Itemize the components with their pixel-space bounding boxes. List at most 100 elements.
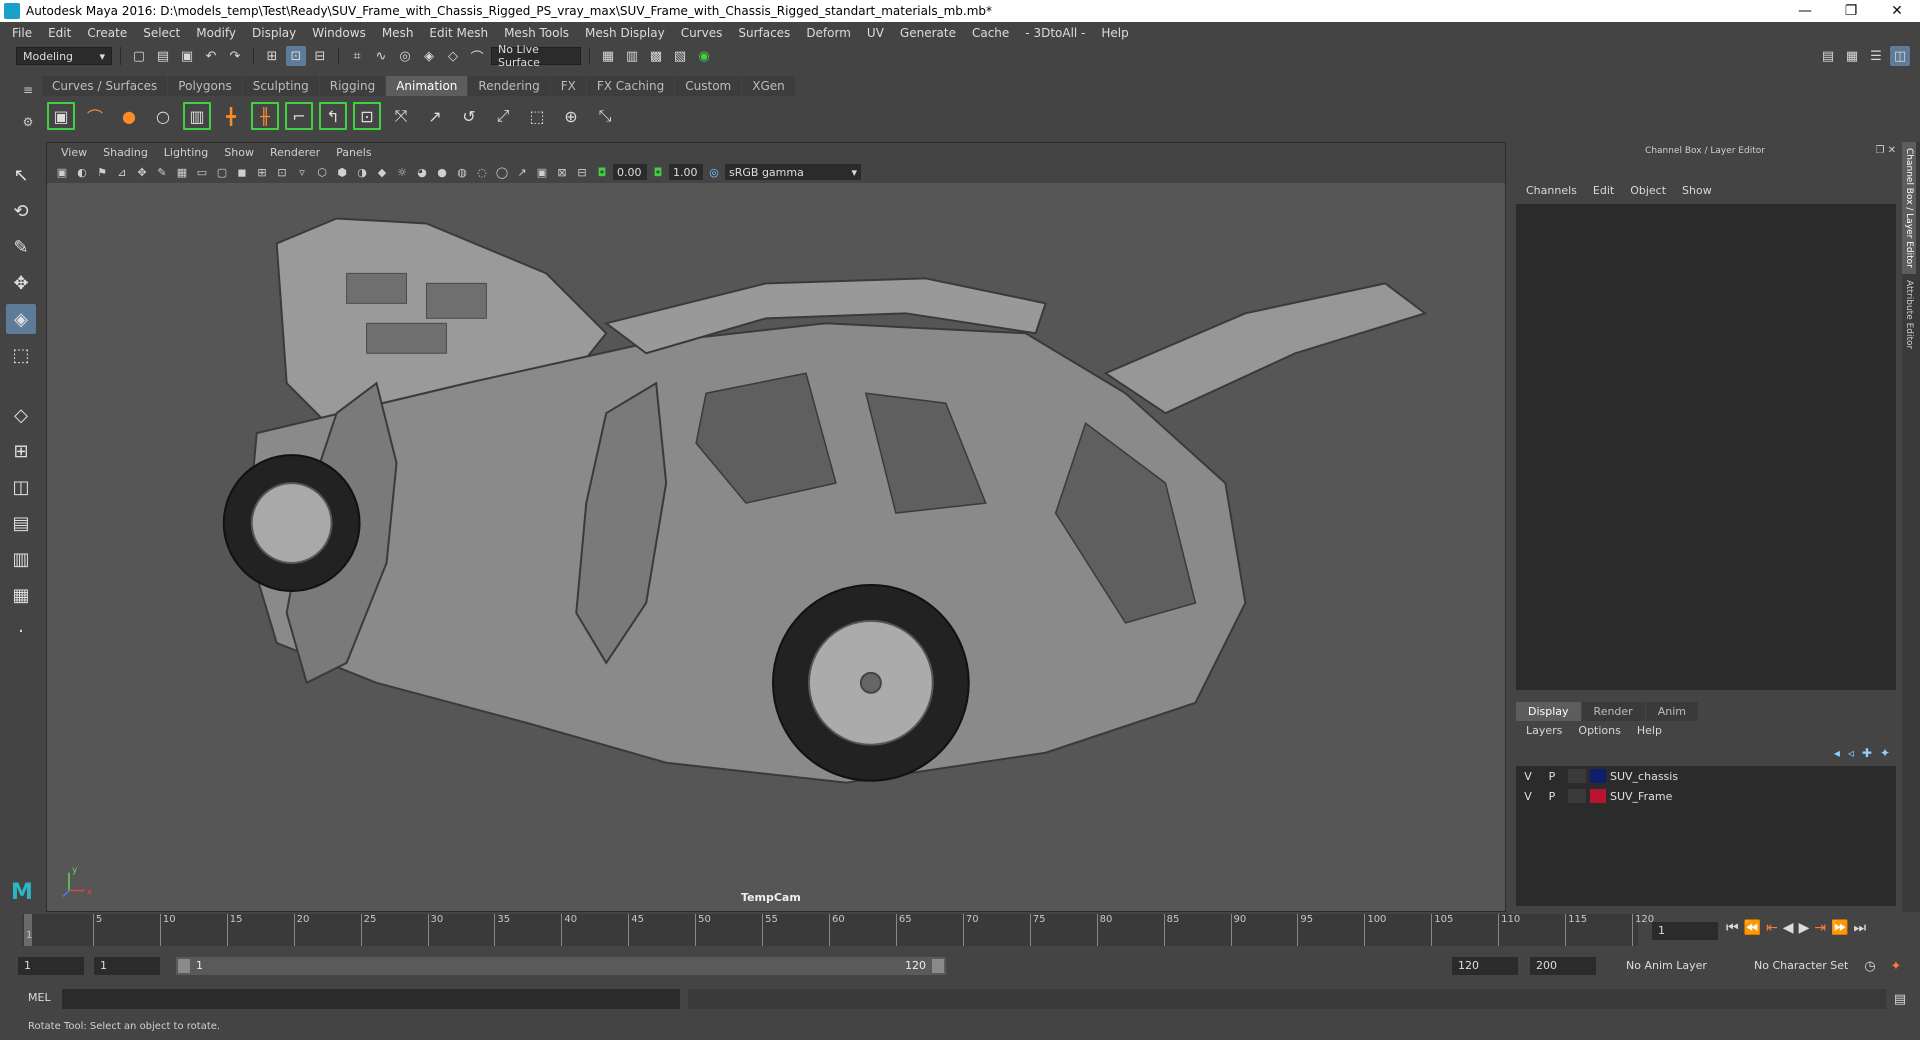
- field-chart-icon[interactable]: ⊞: [253, 163, 271, 181]
- persp-script-layout-icon[interactable]: ▥: [6, 544, 36, 574]
- use-all-lights-icon[interactable]: ☼: [393, 163, 411, 181]
- end-time-field[interactable]: 200: [1530, 957, 1596, 975]
- move-layer-up-icon[interactable]: ◂: [1834, 746, 1840, 760]
- tab-sculpting[interactable]: Sculpting: [242, 76, 319, 96]
- tab-fx-caching[interactable]: FX Caching: [586, 76, 675, 96]
- ghost-icon[interactable]: ●: [114, 101, 144, 131]
- tab-display[interactable]: Display: [1516, 702, 1581, 721]
- go-to-end-icon[interactable]: ⏭: [1854, 920, 1867, 936]
- color-space-dropdown[interactable]: sRGB gamma ▾: [725, 164, 861, 180]
- menu-curves[interactable]: Curves: [673, 26, 731, 40]
- gate-mask-icon[interactable]: ◼: [233, 163, 251, 181]
- normal-constraint-icon[interactable]: ⬚: [522, 101, 552, 131]
- layer-display-type[interactable]: [1568, 769, 1586, 783]
- viewport-menu-panels[interactable]: Panels: [328, 146, 379, 159]
- minimize-button[interactable]: —: [1782, 0, 1828, 22]
- toggle-panel-icon[interactable]: ☰: [1866, 46, 1886, 66]
- wireframe-icon[interactable]: ⬡: [313, 163, 331, 181]
- playblast-icon[interactable]: ▣: [46, 101, 76, 131]
- select-object-icon[interactable]: ⊡: [286, 46, 306, 66]
- image-plane-icon[interactable]: ⊿: [113, 163, 131, 181]
- layer-menu-help[interactable]: Help: [1629, 724, 1670, 737]
- tab-rigging[interactable]: Rigging: [319, 76, 386, 96]
- mode-dropdown[interactable]: Modeling ▾: [16, 47, 112, 65]
- tab-curves-surfaces[interactable]: Curves / Surfaces: [42, 76, 168, 96]
- layer-playback-toggle[interactable]: P: [1540, 790, 1564, 803]
- menu-generate[interactable]: Generate: [892, 26, 964, 40]
- close-button[interactable]: ✕: [1874, 0, 1920, 22]
- menu-display[interactable]: Display: [244, 26, 304, 40]
- side-tab-attribute-editor[interactable]: Attribute Editor: [1902, 274, 1916, 355]
- menu-deform[interactable]: Deform: [798, 26, 859, 40]
- playback-start-field[interactable]: 1: [94, 957, 160, 975]
- motion-blur-icon[interactable]: ◍: [453, 163, 471, 181]
- side-tab-channel-box[interactable]: Channel Box / Layer Editor: [1902, 142, 1916, 274]
- xray-joints-icon[interactable]: ⊠: [553, 163, 571, 181]
- anim-preferences-icon[interactable]: ✦: [1886, 956, 1906, 976]
- redo-icon[interactable]: ↷: [225, 46, 245, 66]
- channel-box-list[interactable]: [1516, 204, 1896, 690]
- anim-layer-dropdown[interactable]: No Anim Layer: [1620, 957, 1738, 975]
- make-live-icon[interactable]: ⌒: [467, 46, 487, 66]
- menu-3dtoall[interactable]: - 3DtoAll -: [1017, 26, 1093, 40]
- point-constraint-icon[interactable]: ↰: [318, 101, 348, 131]
- motion-path-icon[interactable]: ⤡: [590, 101, 620, 131]
- snap-grid-icon[interactable]: ⌗: [347, 46, 367, 66]
- select-tool-icon[interactable]: ↖: [6, 160, 36, 190]
- tab-xgen[interactable]: XGen: [742, 76, 795, 96]
- suv-frame-model[interactable]: [222, 217, 1428, 784]
- range-slider-start-handle[interactable]: [178, 959, 190, 973]
- hypershade-layout-icon[interactable]: ▦: [6, 580, 36, 610]
- workspace-icon[interactable]: ▤: [1818, 46, 1838, 66]
- menu-modify[interactable]: Modify: [188, 26, 244, 40]
- lasso-tool-icon[interactable]: ⟲: [6, 196, 36, 226]
- layer-row[interactable]: V P SUV_chassis: [1516, 766, 1896, 786]
- render-view-icon[interactable]: ▦: [598, 46, 618, 66]
- viewport-menu-view[interactable]: View: [53, 146, 95, 159]
- channel-box-toggle-icon[interactable]: ◫: [1890, 46, 1910, 66]
- step-back-frame-icon[interactable]: ⇤: [1766, 920, 1778, 936]
- resolution-gate-icon[interactable]: ▢: [213, 163, 231, 181]
- menu-cache[interactable]: Cache: [964, 26, 1017, 40]
- time-slider[interactable]: 5 10 15 20 25 30 35 40 45 50 55 60 65 70 75 80 85 90 95 100…: [22, 914, 1654, 946]
- ipr-render-icon[interactable]: ▩: [646, 46, 666, 66]
- anti-aliasing-icon[interactable]: ◌: [473, 163, 491, 181]
- rotate-tool-icon[interactable]: ◈: [6, 304, 36, 334]
- tab-render[interactable]: Render: [1581, 702, 1645, 721]
- tangent-constraint-icon[interactable]: ⊕: [556, 101, 586, 131]
- auto-key-icon[interactable]: ◷: [1860, 956, 1880, 976]
- layout-menu-icon[interactable]: ·: [6, 616, 36, 646]
- geometry-constraint-icon[interactable]: ⤢: [488, 101, 518, 131]
- snap-surface-icon[interactable]: ◇: [443, 46, 463, 66]
- single-perspective-layout-icon[interactable]: ◇: [6, 400, 36, 430]
- select-hierarchy-icon[interactable]: ⊞: [262, 46, 282, 66]
- set-key-icon[interactable]: ▥: [182, 101, 212, 131]
- scale-tool-icon[interactable]: ⬚: [6, 340, 36, 370]
- screen-space-ao-icon[interactable]: ●: [433, 163, 451, 181]
- range-slider[interactable]: 1 120: [176, 957, 946, 975]
- menu-mesh[interactable]: Mesh: [374, 26, 422, 40]
- undo-icon[interactable]: ↶: [201, 46, 221, 66]
- new-layer-from-selection-icon[interactable]: ✦: [1880, 746, 1890, 760]
- scene-canvas[interactable]: y x: [47, 183, 1505, 912]
- tab-polygons[interactable]: Polygons: [168, 76, 242, 96]
- new-scene-icon[interactable]: ▢: [129, 46, 149, 66]
- new-layer-icon[interactable]: ✚: [1862, 746, 1872, 760]
- menu-file[interactable]: File: [4, 26, 40, 40]
- textured-icon[interactable]: ◆: [373, 163, 391, 181]
- play-forwards-icon[interactable]: ▶: [1799, 920, 1810, 936]
- cb-menu-show[interactable]: Show: [1674, 184, 1720, 197]
- restore-button[interactable]: ❐: [1828, 0, 1874, 22]
- aim-constraint-icon[interactable]: ↗: [420, 101, 450, 131]
- grid-icon[interactable]: ▦: [173, 163, 191, 181]
- step-forward-frame-icon[interactable]: ⇥: [1814, 920, 1826, 936]
- open-scene-icon[interactable]: ▤: [153, 46, 173, 66]
- unghost-icon[interactable]: ○: [148, 101, 178, 131]
- cb-menu-channels[interactable]: Channels: [1518, 184, 1585, 197]
- panel-float-close-icons[interactable]: ❐ ✕: [1875, 142, 1896, 160]
- script-editor-icon[interactable]: ▤: [1890, 989, 1910, 1009]
- paint-select-tool-icon[interactable]: ✎: [6, 232, 36, 262]
- range-slider-end-handle[interactable]: [932, 959, 944, 973]
- four-view-layout-icon[interactable]: ⊞: [6, 436, 36, 466]
- safe-title-icon[interactable]: ▿: [293, 163, 311, 181]
